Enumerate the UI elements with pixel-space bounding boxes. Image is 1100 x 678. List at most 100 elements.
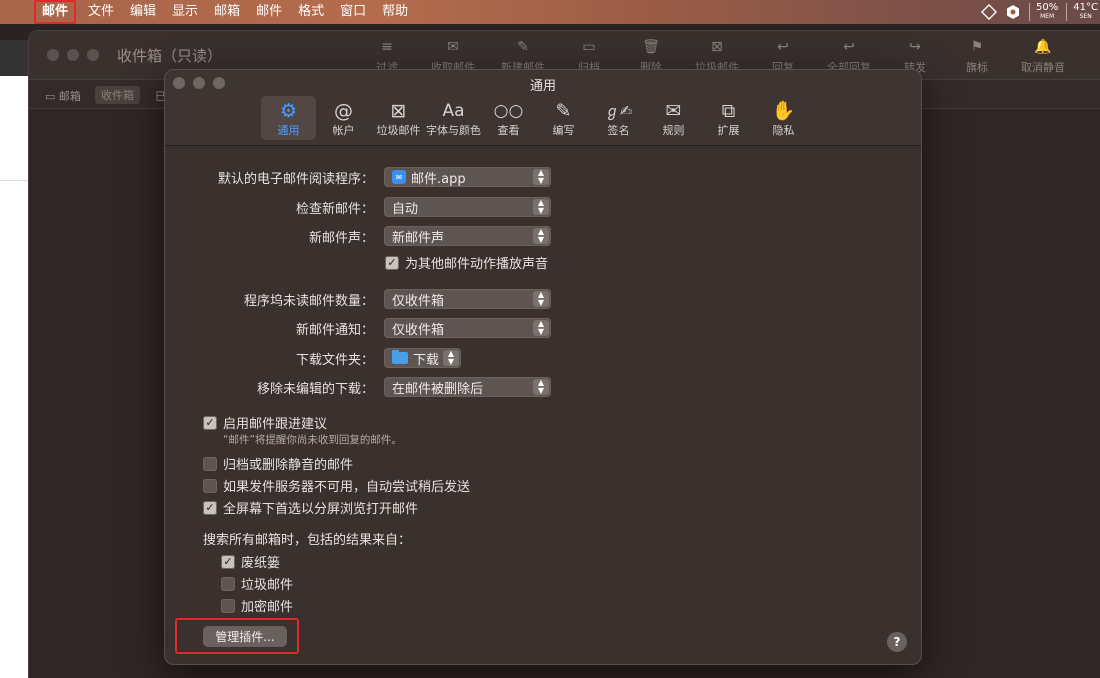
menu-edit[interactable]: 编辑 <box>122 0 164 24</box>
tab-signatures[interactable]: ℊ✍ 签名 <box>591 96 646 140</box>
search-encrypted-checkbox[interactable] <box>221 598 235 613</box>
play-sounds-option[interactable]: ✓ 为其他邮件动作播放声音 <box>385 253 548 272</box>
preferences-tabs: ⚙ 通用 @ 帐户 ⊠ 垃圾邮件 Aa 字体与颜色 ○○ 查看 ✎ 编写 ℊ✍ … <box>261 96 811 140</box>
toolbar-label: 取消静音 <box>1021 61 1065 74</box>
check-mail-popup[interactable]: 自动 ▲ ▼ <box>384 197 551 217</box>
menu-mailbox[interactable]: 邮箱 <box>206 0 248 24</box>
tab-junk-mail[interactable]: ⊠ 垃圾邮件 <box>371 96 426 140</box>
search-junk-checkbox[interactable] <box>221 576 235 591</box>
tab-accounts[interactable]: @ 帐户 <box>316 96 371 140</box>
split-view-option[interactable]: ✓ 全屏幕下首选以分屏浏览打开邮件 <box>203 498 418 517</box>
dock-count-row: 程序坞未读邮件数量： 仅收件箱 ▲ ▼ <box>165 288 923 310</box>
menu-file[interactable]: 文件 <box>80 0 122 24</box>
hexagon-icon[interactable] <box>1005 4 1021 20</box>
archive-muted-checkbox[interactable] <box>203 456 217 471</box>
tab-label: 通用 <box>277 124 300 137</box>
toolbar-unmute[interactable]: 🔔 取消静音 <box>1021 39 1065 75</box>
manage-plugins-button[interactable]: 管理插件... <box>203 626 287 647</box>
menu-format[interactable]: 格式 <box>290 0 332 24</box>
close-icon[interactable] <box>47 49 59 61</box>
junk-icon: ⊠ <box>390 100 407 122</box>
notify-label: 新邮件通知： <box>295 322 374 338</box>
search-junk-option[interactable]: 垃圾邮件 <box>221 574 293 593</box>
follow-up-hint: “邮件”将提醒你尚未收到回复的邮件。 <box>223 434 402 446</box>
remove-downloads-popup[interactable]: 在邮件被删除后 ▲ ▼ <box>384 377 551 397</box>
notify-popup[interactable]: 仅收件箱 ▲ ▼ <box>384 318 551 338</box>
play-sounds-checkbox[interactable]: ✓ <box>385 255 399 270</box>
tab-composing[interactable]: ✎ 编写 <box>536 96 591 140</box>
follow-up-checkbox[interactable]: ✓ <box>203 415 217 430</box>
archive-muted-option[interactable]: 归档或删除静音的邮件 <box>203 454 353 473</box>
preferences-title: 通用 <box>529 79 556 94</box>
downloads-label: 下载文件夹： <box>295 352 374 368</box>
check-mail-value: 自动 <box>392 201 419 217</box>
toolbar-label: 旗标 <box>966 61 988 74</box>
retry-send-checkbox[interactable] <box>203 478 217 493</box>
preferences-toolbar: 通用 ⚙ 通用 @ 帐户 ⊠ 垃圾邮件 Aa 字体与颜色 ○○ 查看 ✎ 编写 … <box>165 70 921 146</box>
favorites-inbox[interactable]: 收件箱 <box>95 86 140 104</box>
search-encrypted-option[interactable]: 加密邮件 <box>221 596 293 615</box>
default-reader-row: 默认的电子邮件阅读程序： ✉ 邮件.app ▲ ▼ <box>165 166 923 188</box>
background-app-panel <box>0 76 28 678</box>
default-reader-popup[interactable]: ✉ 邮件.app ▲ ▼ <box>384 167 551 187</box>
chevron-updown-icon: ▲ ▼ <box>533 228 549 244</box>
menu-help[interactable]: 帮助 <box>374 0 416 24</box>
search-trash-checkbox[interactable]: ✓ <box>221 554 235 569</box>
tab-general[interactable]: ⚙ 通用 <box>261 96 316 140</box>
chevron-updown-icon: ▲ ▼ <box>533 169 549 185</box>
search-encrypted-label: 加密邮件 <box>241 600 294 615</box>
default-reader-value: 邮件.app <box>411 171 466 187</box>
search-section-label: 搜索所有邮箱时，包括的结果来自： <box>203 533 412 548</box>
sensor-label: SEN <box>1079 13 1092 20</box>
dock-count-label: 程序坞未读邮件数量： <box>243 293 374 309</box>
favorites-mailbox[interactable]: ▭ 邮箱 <box>45 88 81 104</box>
rules-icon: ✉ <box>665 100 682 122</box>
minimize-icon[interactable] <box>67 49 79 61</box>
remove-downloads-label: 移除未编辑的下载： <box>256 381 374 397</box>
memory-stat[interactable]: 50% MEM <box>1029 3 1058 21</box>
sensor-value: 41°C <box>1073 2 1098 13</box>
tab-extensions[interactable]: ⧉ 扩展 <box>701 96 756 140</box>
preferences-dialog: 通用 ⚙ 通用 @ 帐户 ⊠ 垃圾邮件 Aa 字体与颜色 ○○ 查看 ✎ 编写 … <box>164 69 922 665</box>
tab-label: 编写 <box>552 124 575 137</box>
split-view-checkbox[interactable]: ✓ <box>203 500 217 515</box>
follow-up-option[interactable]: ✓ 启用邮件跟进建议 <box>203 413 327 432</box>
glasses-icon: ○○ <box>493 101 524 121</box>
zoom-icon[interactable] <box>87 49 99 61</box>
mail-app-icon: ✉ <box>392 170 406 184</box>
tab-label: 帐户 <box>332 124 355 137</box>
chevron-updown-icon: ▲ ▼ <box>533 291 549 307</box>
menu-view[interactable]: 显示 <box>164 0 206 24</box>
retry-send-option[interactable]: 如果发件服务器不可用，自动尝试稍后发送 <box>203 476 470 495</box>
dock-count-popup[interactable]: 仅收件箱 ▲ ▼ <box>384 289 551 309</box>
chevron-updown-icon: ▲ ▼ <box>533 320 549 336</box>
tab-label: 规则 <box>662 124 685 137</box>
chevron-updown-icon: ▲ ▼ <box>443 350 459 366</box>
tab-fonts-colors[interactable]: Aa 字体与颜色 <box>426 96 481 140</box>
new-mail-sound-popup[interactable]: 新邮件声 ▲ ▼ <box>384 226 551 246</box>
menu-app-name[interactable]: 邮件 <box>34 0 77 24</box>
new-mail-sound-value: 新邮件声 <box>392 230 445 246</box>
tab-viewing[interactable]: ○○ 查看 <box>481 96 536 140</box>
help-button[interactable]: ? <box>887 632 907 652</box>
menu-window[interactable]: 窗口 <box>332 0 374 24</box>
diamond-icon[interactable] <box>981 4 998 20</box>
toolbar-flag[interactable]: ⚑ 旗标 <box>959 39 995 75</box>
tab-privacy[interactable]: ✋ 隐私 <box>756 96 811 140</box>
dock-count-value: 仅收件箱 <box>392 293 445 309</box>
archive-icon: ▭ <box>582 39 596 55</box>
signature-icon: ℊ✍ <box>604 102 633 120</box>
forward-icon: ↪ <box>909 39 921 55</box>
split-view-label: 全屏幕下首选以分屏浏览打开邮件 <box>223 502 419 517</box>
sensor-stat[interactable]: 41°C SEN <box>1066 3 1098 21</box>
downloads-popup[interactable]: 下载 ▲ ▼ <box>384 348 461 368</box>
tab-label: 查看 <box>497 124 520 137</box>
background-app-strip <box>0 40 28 78</box>
follow-up-label: 启用邮件跟进建议 <box>223 417 328 432</box>
tab-rules[interactable]: ✉ 规则 <box>646 96 701 140</box>
menu-message[interactable]: 邮件 <box>248 0 290 24</box>
downloads-value: 下载 <box>413 352 440 368</box>
remove-downloads-value: 在邮件被删除后 <box>392 381 484 397</box>
search-trash-option[interactable]: ✓ 废纸篓 <box>221 552 280 571</box>
retry-send-label: 如果发件服务器不可用，自动尝试稍后发送 <box>223 480 471 495</box>
